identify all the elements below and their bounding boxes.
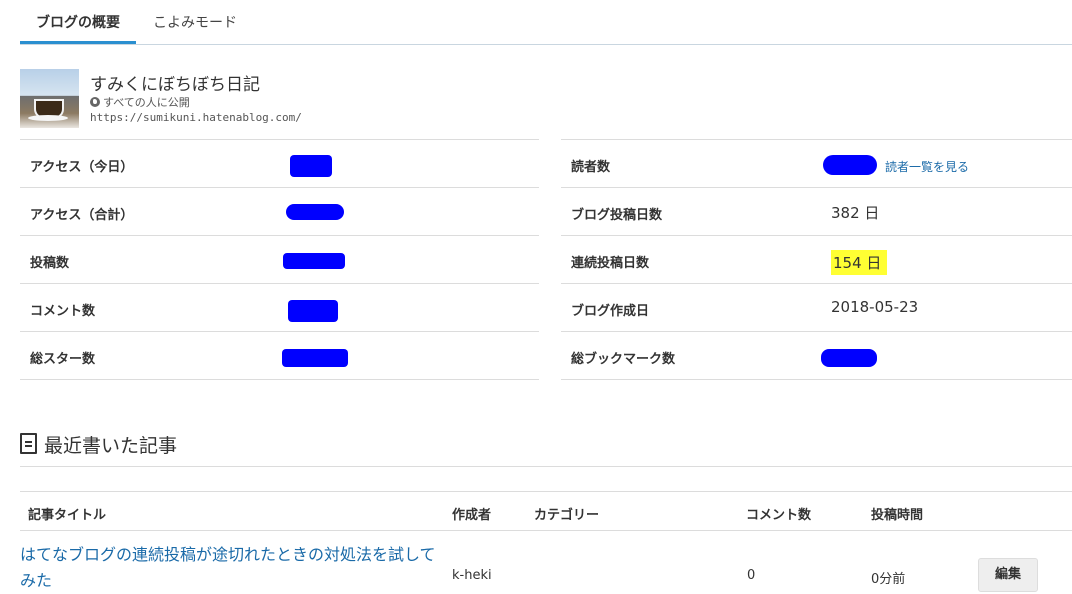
column-header-comments: コメント数 — [746, 508, 812, 523]
readers-list-link[interactable]: 読者一覧を見る — [885, 158, 969, 175]
blog-title[interactable]: すみくにぼちぼち日記 — [90, 70, 260, 95]
visibility-status: すべての人に公開 — [90, 94, 190, 110]
tab-calendar-mode[interactable]: こよみモード — [153, 12, 237, 46]
column-header-time: 投稿時間 — [871, 508, 924, 523]
column-header-author: 作成者 — [452, 508, 492, 523]
stat-row-access-today: アクセス（今日） — [20, 139, 539, 187]
article-post-time: 0分前 — [871, 572, 906, 587]
stat-value-highlighted: 154 日 — [831, 250, 888, 275]
stat-label: 投稿数 — [30, 256, 70, 271]
stat-label: 連続投稿日数 — [571, 256, 650, 271]
stat-value: 2018-05-23 — [831, 298, 919, 316]
stat-label: 総ブックマーク数 — [571, 352, 676, 367]
stat-row-access-total: アクセス（合計） — [20, 187, 539, 235]
articles-table-header: 記事タイトル 作成者 カテゴリー コメント数 投稿時間 — [20, 491, 1072, 531]
redaction-mark — [283, 253, 345, 269]
tab-overview[interactable]: ブログの概要 — [20, 12, 136, 44]
redaction-mark — [282, 349, 348, 367]
stat-row-readers: 読者数 読者一覧を見る — [561, 139, 1072, 187]
stat-label: 総スター数 — [30, 352, 96, 367]
stat-label: アクセス（合計） — [30, 208, 134, 223]
tab-bar: ブログの概要 こよみモード — [20, 0, 1072, 45]
stat-value: 382 日 — [831, 204, 880, 222]
stat-label: コメント数 — [30, 304, 96, 319]
table-row: はてなブログの連続投稿が途切れたときの対処法を試してみた k-heki 0 0分… — [20, 530, 1072, 592]
article-comment-count: 0 — [747, 568, 756, 583]
stat-row-consecutive-days: 連続投稿日数 154 日 — [561, 235, 1072, 283]
redaction-mark — [823, 155, 877, 175]
stats-table-right: 読者数 読者一覧を見る ブログ投稿日数 382 日 連続投稿日数 154 日 ブ… — [561, 139, 1072, 380]
stat-row-comment-count: コメント数 — [20, 283, 539, 331]
article-author: k-heki — [452, 568, 492, 583]
blog-url[interactable]: https://sumikuni.hatenablog.com/ — [90, 111, 302, 124]
saucer-image — [28, 115, 68, 121]
column-header-title: 記事タイトル — [28, 508, 107, 523]
column-header-category: カテゴリー — [534, 508, 600, 523]
stat-label: アクセス（今日） — [30, 160, 134, 175]
stat-row-bookmarks: 総ブックマーク数 — [561, 331, 1072, 380]
recent-articles-heading: 最近書いた記事 — [20, 431, 177, 458]
stat-row-posting-days: ブログ投稿日数 382 日 — [561, 187, 1072, 235]
globe-icon — [90, 97, 100, 107]
article-title-link[interactable]: はてなブログの連続投稿が途切れたときの対処法を試してみた — [20, 542, 440, 594]
stat-label: ブログ作成日 — [571, 304, 650, 319]
redaction-mark — [288, 300, 338, 322]
divider — [20, 466, 1072, 467]
stat-label: ブログ投稿日数 — [571, 208, 663, 223]
edit-button[interactable]: 編集 — [978, 558, 1038, 592]
redaction-mark — [290, 155, 332, 177]
redaction-mark — [821, 349, 877, 367]
redaction-mark — [286, 204, 344, 220]
stats-table-left: アクセス（今日） アクセス（合計） 投稿数 コメント数 総スター数 — [20, 139, 539, 380]
stat-row-post-count: 投稿数 — [20, 235, 539, 283]
visibility-label: すべての人に公開 — [103, 96, 190, 109]
stat-row-created-date: ブログ作成日 2018-05-23 — [561, 283, 1072, 331]
blog-thumbnail[interactable] — [20, 69, 79, 128]
stat-row-star-count: 総スター数 — [20, 331, 539, 380]
stat-label: 読者数 — [571, 160, 611, 175]
recent-articles-title: 最近書いた記事 — [44, 435, 178, 457]
document-icon — [20, 433, 37, 454]
